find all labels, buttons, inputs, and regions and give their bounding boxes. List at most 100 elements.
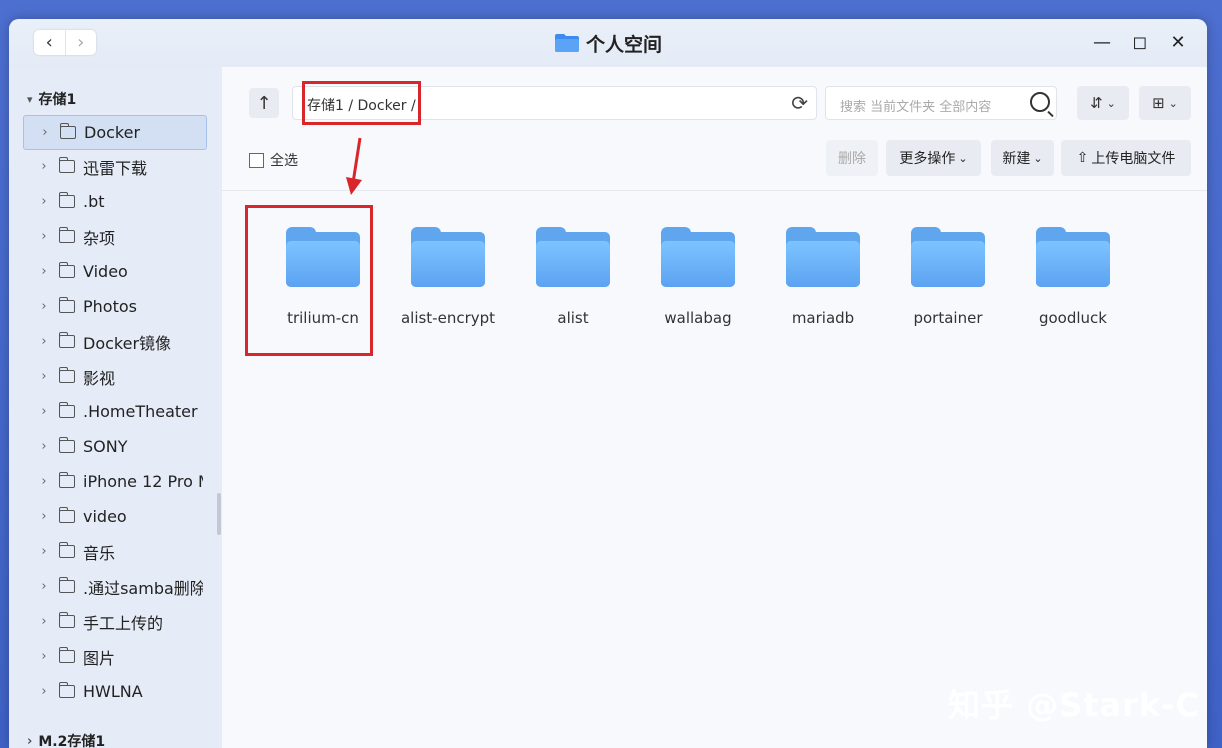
chevron-right-icon[interactable]: ›	[34, 125, 56, 140]
sidebar-item[interactable]: › 音乐	[23, 535, 205, 568]
chevron-right-icon[interactable]: ›	[33, 614, 55, 629]
folder-item[interactable]: wallabag	[643, 227, 753, 327]
chevron-right-icon[interactable]: ›	[33, 684, 55, 699]
refresh-icon[interactable]: ⟳	[791, 91, 808, 115]
folder-icon	[411, 227, 485, 287]
sidebar-item[interactable]: › video	[23, 500, 205, 533]
chevron-down-icon: ⌄	[1033, 151, 1043, 165]
folder-icon	[58, 612, 75, 628]
chevron-right-icon[interactable]: ›	[33, 299, 55, 314]
window-title-group: 个人空间	[554, 31, 662, 56]
new-label: 新建	[1002, 151, 1031, 167]
sidebar-item[interactable]: › iPhone 12 Pro M	[23, 465, 205, 498]
sidebar-item[interactable]: › SONY	[23, 430, 205, 463]
sidebar-item-docker[interactable]: › Docker	[23, 115, 207, 150]
forward-button[interactable]: ›	[64, 30, 97, 55]
folder-item[interactable]: portainer	[893, 227, 1003, 327]
more-actions-button[interactable]: 更多操作 ⌄	[886, 140, 981, 176]
sidebar-scrollbar[interactable]	[217, 493, 221, 535]
folder-icon	[536, 227, 610, 287]
chevron-right-icon[interactable]: ›	[33, 229, 55, 244]
minimize-button[interactable]: —	[1093, 32, 1111, 53]
upload-button[interactable]: ⇧ 上传电脑文件	[1061, 140, 1191, 176]
sidebar-item-label: video	[83, 507, 127, 526]
folder-icon	[58, 402, 75, 418]
folder-icon	[555, 34, 579, 52]
up-button[interactable]: ↑	[249, 88, 279, 118]
new-button[interactable]: 新建 ⌄	[991, 140, 1054, 176]
sidebar-group-label: 存储1	[38, 92, 77, 108]
chevron-right-icon[interactable]: ›	[33, 404, 55, 419]
back-button[interactable]: ‹	[34, 30, 65, 55]
chevron-right-icon[interactable]: ›	[33, 264, 55, 279]
sidebar-item[interactable]: › .通过samba删除	[23, 570, 205, 603]
chevron-right-icon[interactable]: ›	[33, 544, 55, 559]
chevron-right-icon[interactable]: ›	[33, 334, 55, 349]
chevron-right-icon[interactable]: ›	[33, 649, 55, 664]
maximize-button[interactable]: ◻	[1131, 32, 1149, 53]
sidebar-item[interactable]: › .bt	[23, 185, 205, 218]
sidebar-item[interactable]: › 手工上传的	[23, 605, 205, 638]
upload-icon: ⇧	[1076, 150, 1089, 166]
sidebar: ▾ 存储1 › Docker › 迅雷下载 › .bt › 杂项 › Video	[9, 67, 222, 748]
folder-icon	[58, 332, 75, 348]
sidebar-item-label: Video	[83, 262, 128, 281]
chevron-right-icon[interactable]: ›	[33, 369, 55, 384]
sidebar-item[interactable]: › HWLNA	[23, 675, 205, 708]
folder-name: alist	[557, 309, 589, 327]
folder-name: mariadb	[791, 309, 855, 327]
chevron-right-icon[interactable]: ›	[33, 474, 55, 489]
sidebar-item-label: .bt	[83, 192, 105, 211]
sidebar-item[interactable]: › Photos	[23, 290, 205, 323]
view-mode-button[interactable]: ⊞ ⌄	[1139, 86, 1191, 120]
sidebar-item-label: .HomeTheater	[83, 402, 198, 421]
folder-icon	[58, 437, 75, 453]
sidebar-item-label: 手工上传的	[83, 613, 164, 633]
sort-button[interactable]: ⇵ ⌄	[1077, 86, 1129, 120]
chevron-right-icon[interactable]: ›	[33, 159, 55, 174]
delete-button[interactable]: 删除	[826, 140, 878, 176]
folder-item[interactable]: alist	[518, 227, 628, 327]
sidebar-item-label: .通过samba删除	[83, 578, 203, 598]
sidebar-item[interactable]: › 影视	[23, 360, 205, 393]
folder-icon	[58, 472, 75, 488]
folder-icon	[58, 647, 75, 663]
folder-name: goodluck	[1038, 309, 1107, 327]
sidebar-item-label: Photos	[83, 297, 137, 316]
sidebar-group-storage1[interactable]: ▾ 存储1	[27, 89, 76, 109]
chevron-right-icon[interactable]: ›	[33, 509, 55, 524]
close-button[interactable]: ✕	[1169, 32, 1187, 53]
folder-icon	[58, 507, 75, 523]
sidebar-group-label: M.2存储1	[38, 734, 106, 748]
folder-item[interactable]: mariadb	[768, 227, 878, 327]
folder-item[interactable]: alist-encrypt	[393, 227, 503, 327]
folder-icon	[911, 227, 985, 287]
sidebar-item-label: iPhone 12 Pro M	[83, 472, 203, 491]
folder-name: wallabag	[664, 309, 732, 327]
window-controls: — ◻ ✕	[1093, 32, 1187, 53]
sidebar-group-m2-storage1[interactable]: › M.2存储1	[27, 731, 105, 748]
more-actions-label: 更多操作	[899, 151, 956, 167]
select-all[interactable]: 全选	[249, 150, 298, 170]
sidebar-item-label: HWLNA	[83, 682, 143, 701]
sidebar-item[interactable]: › .HomeTheater	[23, 395, 205, 428]
sort-icon: ⇵	[1090, 94, 1103, 112]
chevron-right-icon[interactable]: ›	[33, 579, 55, 594]
folder-icon	[58, 577, 75, 593]
chevron-right-icon[interactable]: ›	[33, 439, 55, 454]
search-icon[interactable]	[1030, 92, 1050, 112]
chevron-down-icon: ⌄	[1168, 96, 1178, 110]
chevron-right-icon[interactable]: ›	[33, 194, 55, 209]
folder-item[interactable]: goodluck	[1018, 227, 1128, 327]
sidebar-item[interactable]: › Video	[23, 255, 205, 288]
sidebar-item[interactable]: › Docker镜像	[23, 325, 205, 358]
folder-icon	[661, 227, 735, 287]
sidebar-item[interactable]: › 杂项	[23, 220, 205, 253]
sidebar-item-label: SONY	[83, 437, 128, 456]
search-input[interactable]: 搜索 当前文件夹 全部内容	[825, 86, 1057, 120]
chevron-right-icon: ›	[27, 733, 33, 748]
sidebar-item[interactable]: › 图片	[23, 640, 205, 673]
select-all-checkbox[interactable]	[249, 152, 264, 168]
highlight-box-path	[302, 81, 421, 125]
sidebar-item[interactable]: › 迅雷下载	[23, 150, 205, 183]
